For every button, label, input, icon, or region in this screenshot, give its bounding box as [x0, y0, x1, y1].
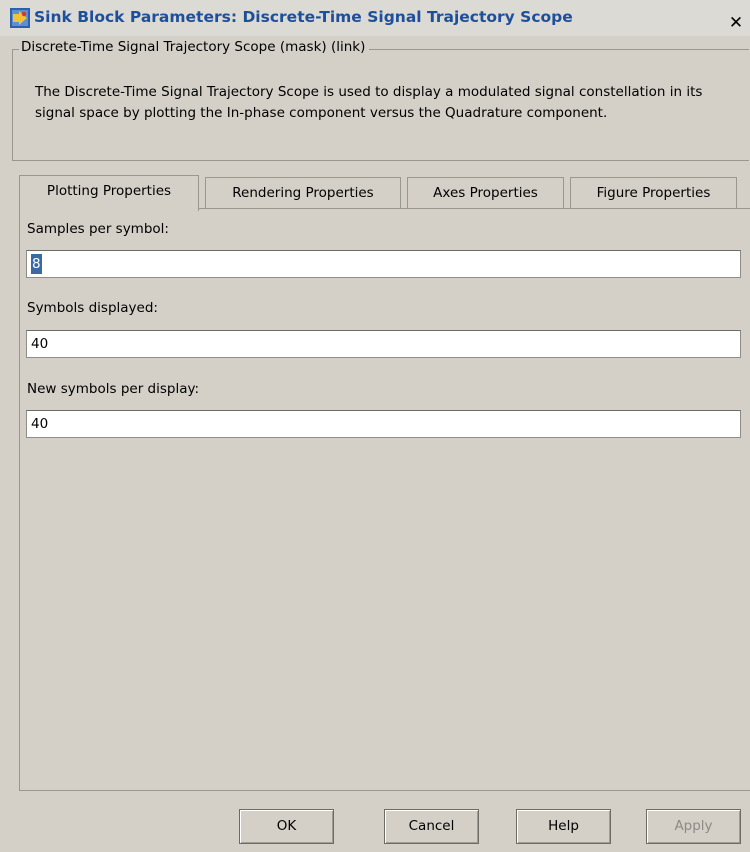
help-button[interactable]: Help: [516, 809, 611, 844]
cancel-button[interactable]: Cancel: [384, 809, 479, 844]
tab-figure-properties[interactable]: Figure Properties: [570, 177, 737, 208]
tab-plotting-properties[interactable]: Plotting Properties: [19, 175, 199, 213]
simulink-block-icon: [10, 8, 30, 28]
title-bar[interactable]: Sink Block Parameters: Discrete-Time Sig…: [0, 0, 750, 36]
symbols-displayed-input[interactable]: 40: [26, 330, 741, 358]
tab-panel: [19, 208, 750, 791]
tab-rendering-properties[interactable]: Rendering Properties: [205, 177, 401, 208]
samples-per-symbol-value: 8: [31, 254, 42, 274]
mask-description: The Discrete-Time Signal Trajectory Scop…: [35, 84, 703, 121]
mask-group-title: Discrete-Time Signal Trajectory Scope (m…: [19, 39, 370, 55]
ok-button[interactable]: OK: [239, 809, 334, 844]
samples-per-symbol-input[interactable]: 8: [26, 250, 741, 278]
close-icon[interactable]: ✕: [725, 12, 747, 34]
window-title: Sink Block Parameters: Discrete-Time Sig…: [34, 8, 573, 26]
new-symbols-per-display-input[interactable]: 40: [26, 410, 741, 438]
apply-button[interactable]: Apply: [646, 809, 741, 844]
tab-axes-properties[interactable]: Axes Properties: [407, 177, 564, 208]
